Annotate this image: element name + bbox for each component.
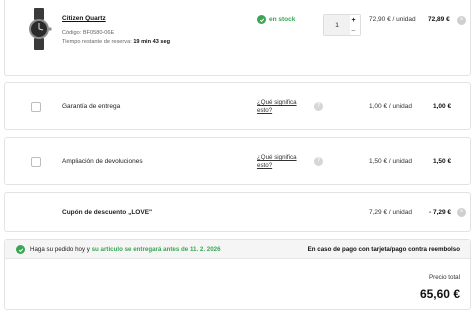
option-row-returns-extension: Ampliación de devoluciones ¿Qué signific… <box>4 137 471 185</box>
timer-label: Tiempo restante de reserva: <box>62 39 132 45</box>
payment-note: En caso de pago con tarjeta/pago contra … <box>307 246 460 253</box>
quantity-stepper: 1 + – <box>323 14 361 36</box>
delivery-info-bar: Haga su pedido hoy y su artículo se entr… <box>5 240 470 259</box>
coupon-label: Cupón de descuento „LOVE" <box>62 209 153 216</box>
check-circle-icon <box>257 15 266 24</box>
help-icon[interactable]: ? <box>314 102 323 111</box>
reservation-timer: Tiempo restante de reserva: 19 min 43 se… <box>62 38 182 46</box>
option-unit-price: 1,50 € / unidad <box>369 158 413 165</box>
total-price-label: Precio total <box>429 274 460 281</box>
check-circle-icon <box>16 245 25 254</box>
option-total: 1,00 € <box>433 103 452 110</box>
stock-label: en stock <box>269 16 296 23</box>
option-unit-price: 1,00 € / unidad <box>369 103 413 110</box>
product-total: 72,89 € <box>428 16 450 23</box>
option-info-link[interactable]: ¿Qué significa esto? <box>257 154 312 169</box>
option-total: 1,50 € <box>433 158 452 165</box>
product-name-link[interactable]: Citizen Quartz <box>62 15 106 22</box>
delivery-date-highlight: su artículo se entregará antes de 11. 2.… <box>91 246 221 253</box>
help-icon[interactable]: ? <box>314 157 323 166</box>
option-info-link[interactable]: ¿Qué significa esto? <box>257 99 312 114</box>
product-unit-price: 72,90 € / unidad <box>369 16 416 23</box>
coupon-total: - 7,29 € <box>429 209 452 216</box>
delivery-guarantee-checkbox[interactable] <box>31 102 41 112</box>
remove-coupon-button[interactable]: × <box>457 208 466 217</box>
option-label: Garantía de entrega <box>62 103 121 110</box>
coupon-row: Cupón de descuento „LOVE" 7,29 € / unida… <box>4 192 471 232</box>
quantity-input[interactable]: 1 <box>324 15 350 35</box>
watch-product-image[interactable] <box>25 8 53 50</box>
remove-product-button[interactable]: × <box>457 16 466 25</box>
option-label: Ampliación de devoluciones <box>62 158 143 165</box>
stock-status: en stock <box>257 15 295 24</box>
order-summary: Haga su pedido hoy y su artículo se entr… <box>4 239 471 310</box>
product-code: Código: BF0580-06E <box>62 30 115 36</box>
option-row-delivery-guarantee: Garantía de entrega ¿Qué significa esto?… <box>4 82 471 130</box>
delivery-message-prefix: Haga su pedido hoy y <box>30 246 90 253</box>
quantity-increase-button[interactable]: + <box>349 16 358 25</box>
product-row: Citizen Quartz Código: BF0580-06E Tiempo… <box>4 0 471 76</box>
coupon-unit-price: 7,29 € / unidad <box>369 209 413 216</box>
timer-value: 19 min 43 seg <box>133 39 171 45</box>
total-price-value: 65,60 € <box>419 287 460 301</box>
quantity-decrease-button[interactable]: – <box>349 26 358 35</box>
returns-extension-checkbox[interactable] <box>31 157 41 167</box>
delivery-message: Haga su pedido hoy y su artículo se entr… <box>30 246 221 253</box>
